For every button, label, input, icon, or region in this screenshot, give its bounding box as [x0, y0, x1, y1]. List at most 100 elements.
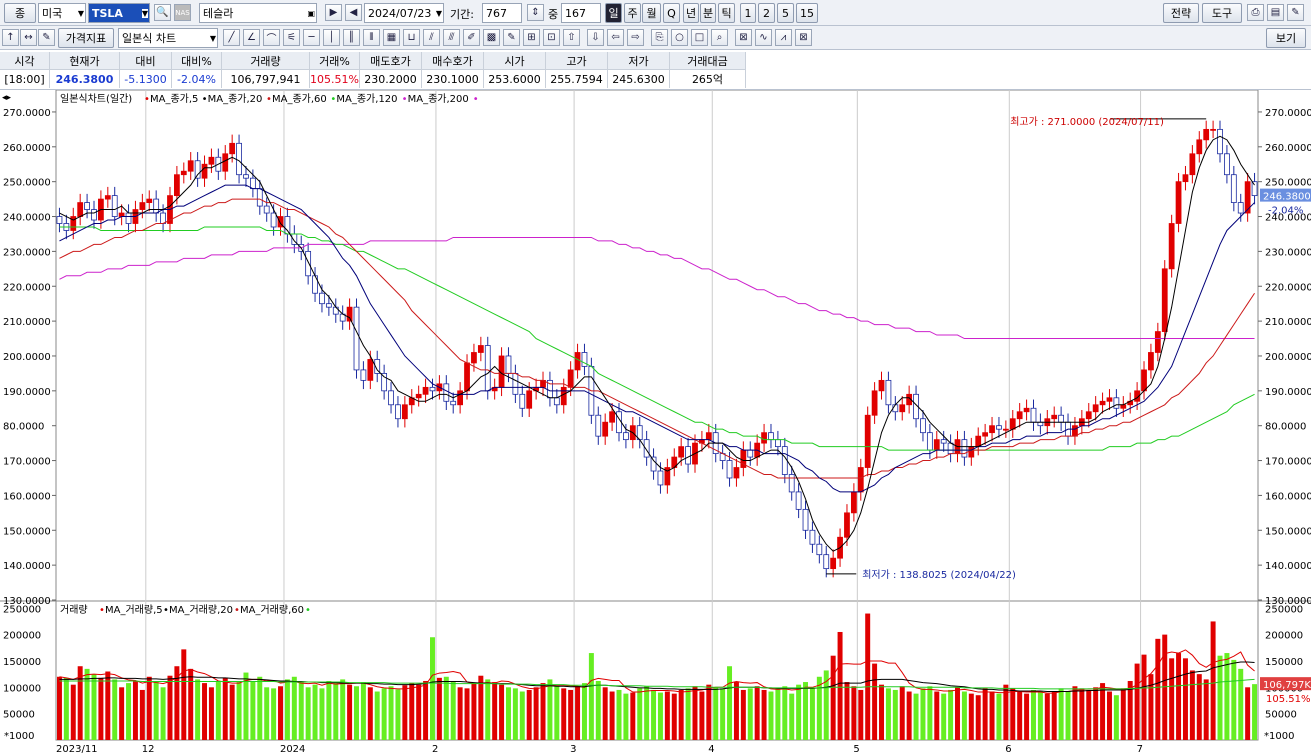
circle-tool-icon[interactable]: ○: [671, 29, 688, 46]
period-0-button[interactable]: 일: [605, 3, 622, 23]
down-tool-icon[interactable]: ⇩: [587, 29, 604, 46]
chart-tool-icon[interactable]: ⊠: [795, 29, 812, 46]
market-select[interactable]: 미국 ▼: [38, 3, 86, 23]
x-tick-label: 4: [708, 744, 714, 754]
pattern-tool-icon[interactable]: ⩘: [775, 29, 792, 46]
symbol-input[interactable]: TSLA ▼: [88, 3, 150, 23]
volume-bar: [464, 688, 470, 740]
volume-bar: [63, 677, 69, 740]
legend-bullet: •: [473, 94, 479, 105]
fill-tool-icon[interactable]: ▩: [483, 29, 500, 46]
zoom-input[interactable]: 167: [561, 3, 601, 23]
indicator-button[interactable]: 가격지표: [58, 28, 114, 48]
search-icon[interactable]: 🔍: [154, 4, 171, 21]
wrench-icon[interactable]: ✎: [1287, 4, 1304, 21]
quote-value-10: 245.6300: [608, 70, 670, 88]
save-icon[interactable]: ▤: [1267, 4, 1284, 21]
parallel-tool-icon[interactable]: ⫽: [423, 29, 440, 46]
volume-bar: [56, 676, 62, 740]
volume-bar: [499, 684, 505, 740]
pitchfork-tool-icon[interactable]: ⫻: [443, 29, 460, 46]
print-icon[interactable]: ⎙: [1247, 4, 1264, 21]
right-tool-icon[interactable]: ⇨: [627, 29, 644, 46]
jong-button[interactable]: 종: [4, 3, 36, 23]
play-icon[interactable]: ▶: [325, 4, 342, 21]
expand-icon[interactable]: ↔: [20, 29, 37, 46]
scroll-arrows-icon: ◂▸: [2, 93, 12, 103]
quote-value-11: 265억: [670, 70, 746, 88]
period-6-button[interactable]: 틱: [718, 3, 735, 23]
period-7-button[interactable]: 1: [740, 3, 756, 23]
candle: [1085, 411, 1092, 420]
eraser-tool-icon[interactable]: ✎: [503, 29, 520, 46]
up-arrow-icon[interactable]: ↑: [2, 29, 19, 46]
period-10-button[interactable]: 15: [796, 3, 818, 23]
period-2-button[interactable]: 월: [642, 3, 661, 23]
y-tick-label-right: 200.0000: [1265, 352, 1311, 363]
y-tick-label-right: 150.0000: [1265, 526, 1311, 537]
cup-tool-icon[interactable]: ⊔: [403, 29, 420, 46]
quote-header-2: 대비: [120, 52, 172, 70]
rect-tool-icon[interactable]: □: [691, 29, 708, 46]
angle-tool-icon[interactable]: ∠: [243, 29, 260, 46]
chart-type-select[interactable]: 일본식 차트 ▼: [118, 28, 218, 48]
fan-tool-icon[interactable]: ⚟: [283, 29, 300, 46]
copy-tool-icon[interactable]: ⎘: [651, 29, 668, 46]
volume-bar: [70, 684, 76, 740]
period-5-button[interactable]: 분: [700, 3, 716, 23]
volume-bar: [340, 679, 346, 740]
volume-bar: [1141, 654, 1147, 740]
grid-tool-icon[interactable]: ⦀: [363, 29, 380, 46]
wave-tool-icon[interactable]: ∿: [755, 29, 772, 46]
volume-bar: [298, 682, 304, 740]
spin-icon[interactable]: ⇕: [527, 4, 544, 21]
candle: [802, 508, 809, 531]
view-button[interactable]: 보기: [1266, 28, 1306, 48]
volume-bar: [416, 684, 422, 740]
edit-icon[interactable]: ✎: [38, 29, 55, 46]
candle: [104, 195, 111, 200]
chevron-down-icon: ▼: [435, 8, 442, 18]
up-tool-icon[interactable]: ⇧: [563, 29, 580, 46]
period-input[interactable]: 767: [482, 3, 522, 23]
hline-tool-icon[interactable]: ─: [303, 29, 320, 46]
candle: [381, 373, 388, 392]
volume-bar: [920, 688, 926, 740]
tools-button[interactable]: 도구: [1202, 3, 1242, 23]
strategy-button[interactable]: 전략: [1163, 3, 1199, 23]
pencil-tool-icon[interactable]: ✐: [463, 29, 480, 46]
trendline-tool-icon[interactable]: ╱: [223, 29, 240, 46]
add-tool-icon[interactable]: ⊞: [523, 29, 540, 46]
candle: [864, 414, 871, 468]
period-9-button[interactable]: 5: [777, 3, 794, 23]
remove-tool-icon[interactable]: ⊡: [543, 29, 560, 46]
volume-bar: [754, 686, 760, 740]
vline-tool-icon[interactable]: │: [323, 29, 340, 46]
volume-bar: [91, 674, 97, 740]
candle: [1113, 397, 1120, 409]
candle: [1030, 407, 1037, 423]
candle: [56, 216, 63, 224]
price-chart[interactable]: 270.0000 270.0000 260.0000 260.0000 250.0000…: [0, 90, 1311, 754]
period-1-button[interactable]: 주: [624, 3, 641, 23]
date-field[interactable]: 2024/07/23 ▼: [364, 3, 444, 23]
volume-bar: [1238, 668, 1244, 740]
candle: [857, 467, 864, 493]
y-tick-label-right: 230.0000: [1265, 247, 1311, 258]
period-4-button[interactable]: 년: [683, 3, 699, 23]
prev-icon[interactable]: ◀: [345, 4, 362, 21]
channel-tool-icon[interactable]: ║: [343, 29, 360, 46]
select-tool-icon[interactable]: ⊠: [735, 29, 752, 46]
arc-tool-icon[interactable]: ⌒: [263, 29, 280, 46]
table-tool-icon[interactable]: ▦: [383, 29, 400, 46]
stock-name-field[interactable]: 테슬라 ▣: [199, 3, 317, 23]
vol-tick-label: 150000: [3, 657, 41, 668]
zoom-tool-icon[interactable]: ⌕: [711, 29, 728, 46]
period-3-button[interactable]: Q: [663, 3, 680, 23]
volume-bar: [906, 691, 912, 740]
left-tool-icon[interactable]: ⇦: [607, 29, 624, 46]
candle: [1037, 421, 1044, 427]
chevron-down-icon: ▼: [141, 8, 148, 18]
period-8-button[interactable]: 2: [758, 3, 775, 23]
y-tick-label: 210.0000: [3, 317, 51, 328]
